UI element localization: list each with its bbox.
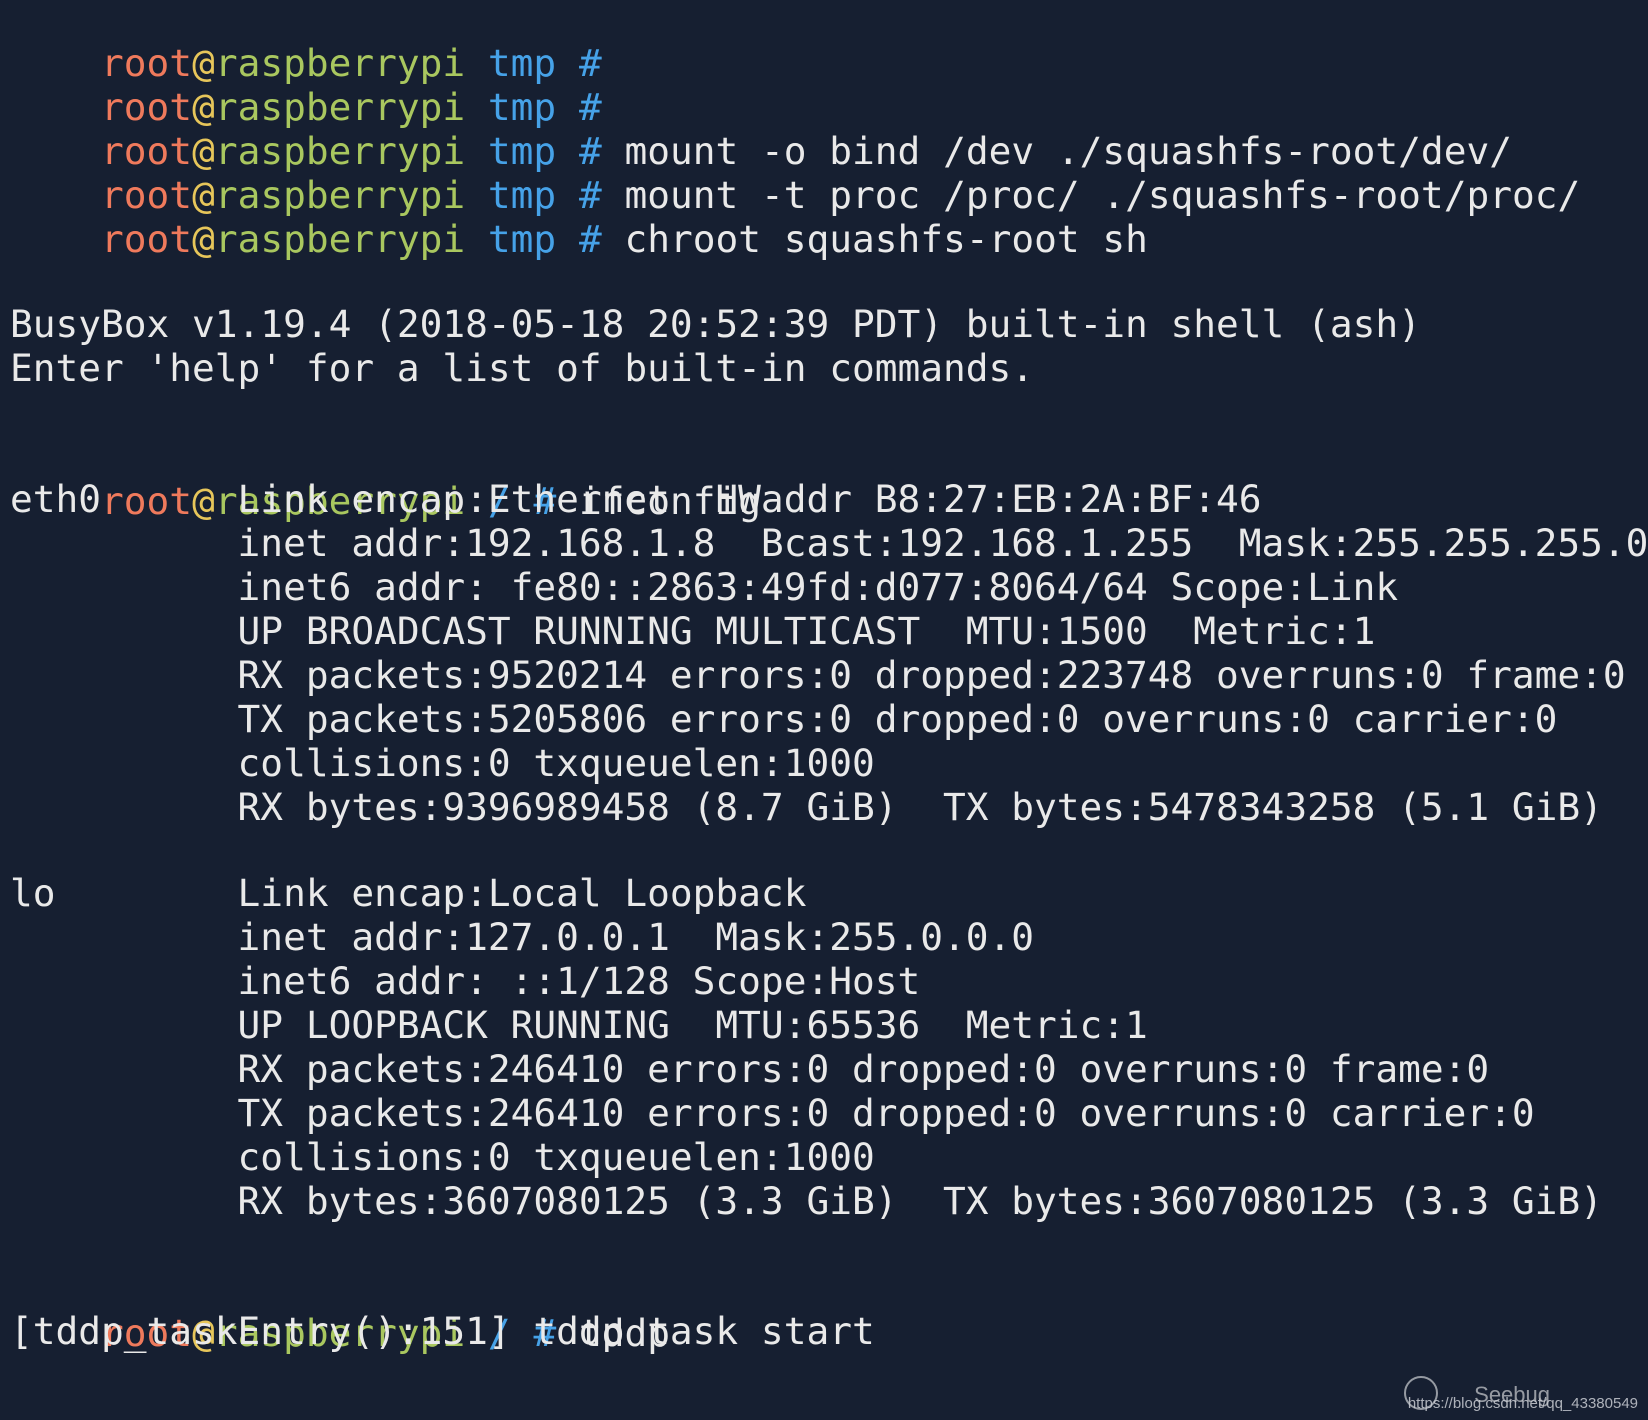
busybox-help-text: Enter 'help' for a list of built-in comm…: [10, 346, 1035, 390]
prompt-line: root@raspberrypi / # ifconfig: [10, 432, 761, 523]
watermark-url: https://blog.csdn.net/qq_43380549: [1407, 1395, 1638, 1412]
prompt-line: root@raspberrypi tmp # mount -t proc /pr…: [10, 126, 1580, 217]
output-line: UP LOOPBACK RUNNING MTU:65536 Metric:1: [10, 1003, 1148, 1047]
prompt-line: root@raspberrypi tmp # mount -o bind /de…: [10, 82, 1512, 173]
output-line: RX packets:9520214 errors:0 dropped:2237…: [10, 653, 1626, 697]
output-line: collisions:0 txqueuelen:1000: [10, 741, 875, 785]
output-line: RX packets:246410 errors:0 dropped:0 ove…: [10, 1047, 1490, 1091]
prompt-at: @: [192, 217, 215, 261]
output-line: [tddp_taskEntry():151] tddp task start: [10, 1309, 875, 1353]
prompt-dir: tmp: [487, 217, 557, 261]
busybox-banner: BusyBox v1.19.4 (2018-05-18 20:52:39 PDT…: [10, 302, 1421, 346]
prompt-line: root@raspberrypi tmp # chroot squashfs-r…: [10, 170, 1148, 261]
prompt-user: root: [101, 217, 193, 261]
output-line: lo Link encap:Local Loopback: [10, 871, 807, 915]
output-line: RX bytes:3607080125 (3.3 GiB) TX bytes:3…: [10, 1179, 1603, 1223]
output-line: inet addr:127.0.0.1 Mask:255.0.0.0: [10, 915, 1035, 959]
prompt-hash: #: [578, 217, 602, 261]
output-line: inet6 addr: fe80::2863:49fd:d077:8064/64…: [10, 565, 1399, 609]
prompt-line: root@raspberrypi tmp #: [10, 0, 624, 85]
output-line: collisions:0 txqueuelen:1000: [10, 1135, 875, 1179]
output-line: UP BROADCAST RUNNING MULTICAST MTU:1500 …: [10, 609, 1376, 653]
command-text: chroot squashfs-root sh: [624, 217, 1148, 261]
prompt-line: root@raspberrypi tmp #: [10, 38, 624, 129]
output-line: inet6 addr: ::1/128 Scope:Host: [10, 959, 921, 1003]
output-line: TX packets:246410 errors:0 dropped:0 ove…: [10, 1091, 1535, 1135]
prompt-line: root@raspberrypi / # tddp: [10, 1264, 670, 1355]
prompt-host: raspberrypi: [214, 217, 466, 261]
output-line: TX packets:5205806 errors:0 dropped:0 ov…: [10, 697, 1558, 741]
output-line: RX bytes:9396989458 (8.7 GiB) TX bytes:5…: [10, 785, 1603, 829]
output-line: inet addr:192.168.1.8 Bcast:192.168.1.25…: [10, 521, 1648, 565]
output-line: eth0 Link encap:Ethernet HWaddr B8:27:EB…: [10, 477, 1262, 521]
